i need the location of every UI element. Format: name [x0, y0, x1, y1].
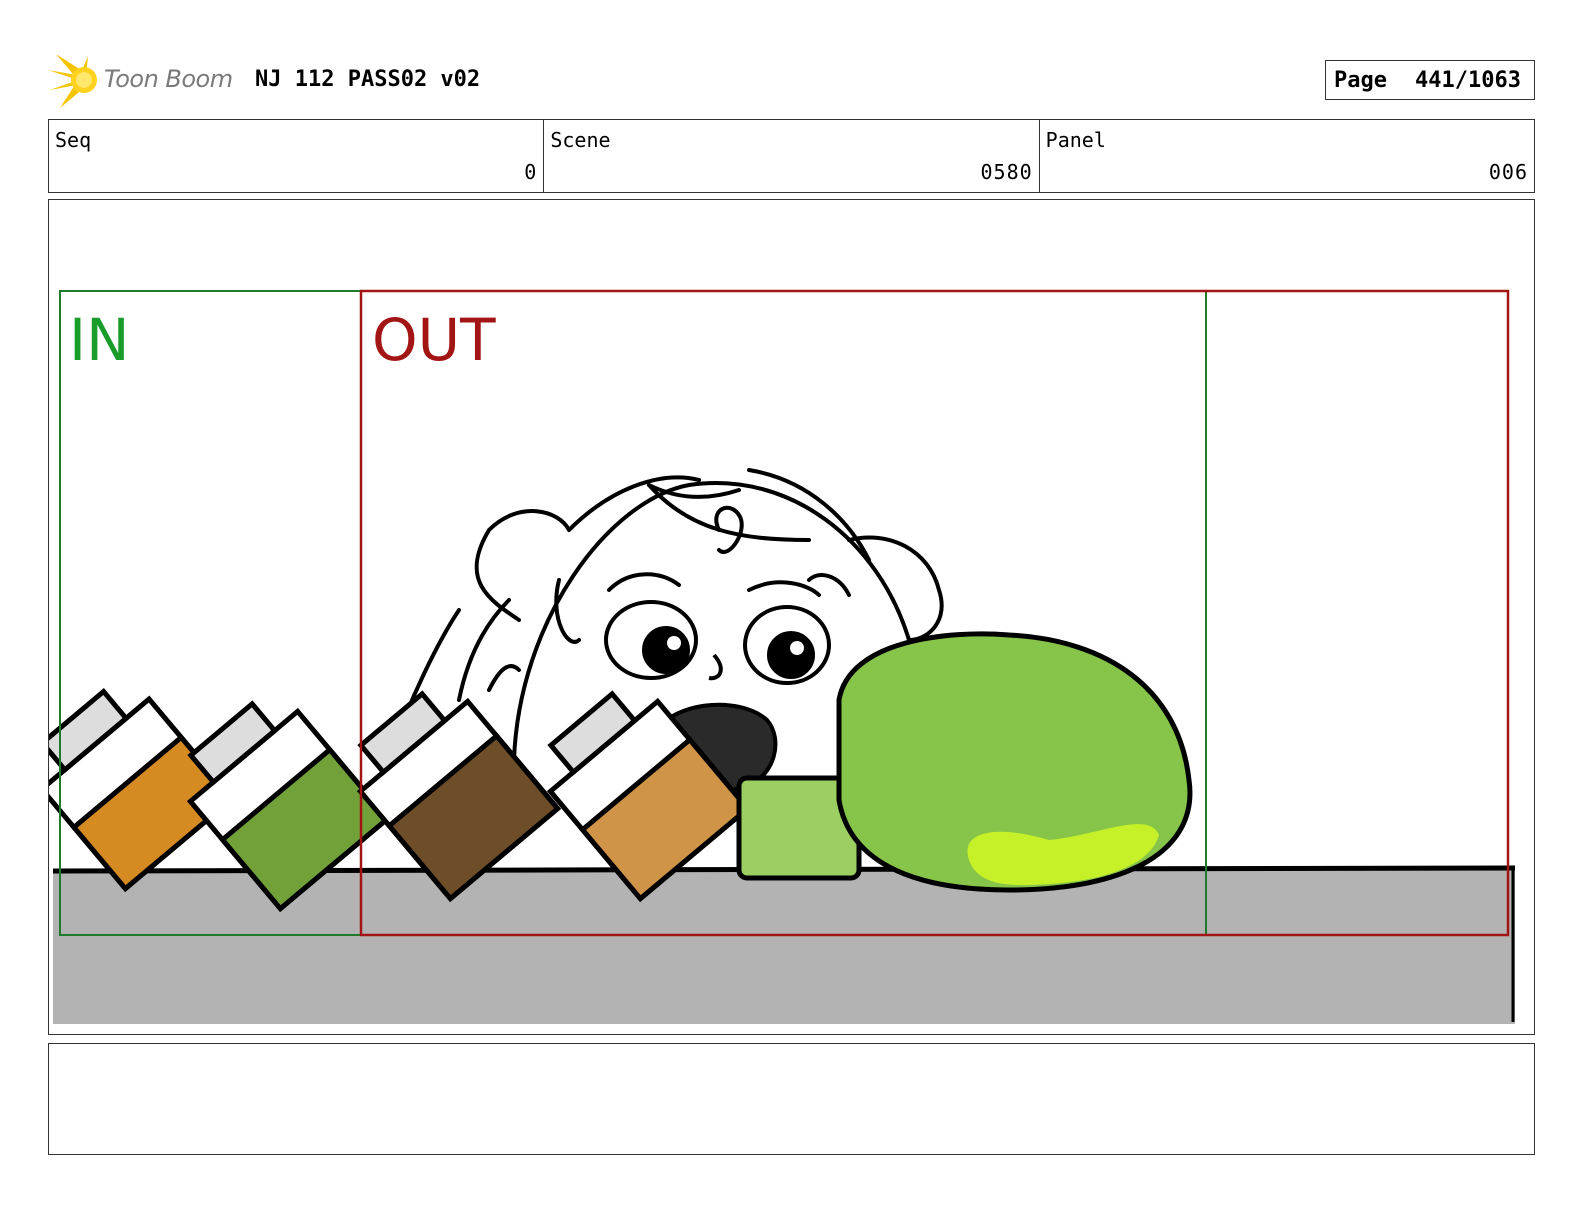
jar-orange-left — [49, 687, 237, 893]
panel-drawing: IN OUT — [49, 289, 1516, 1024]
logo-text: Toon Boom — [104, 65, 233, 93]
page-number: 441/1063 — [1414, 67, 1521, 93]
in-label: IN — [69, 306, 130, 374]
panel-notes — [48, 1043, 1535, 1155]
panel-label: Panel — [1045, 128, 1106, 152]
panel-cell: Panel 006 — [1040, 120, 1534, 192]
slime-blob — [836, 631, 1193, 893]
scene-value: 0580 — [980, 160, 1033, 184]
seq-label: Seq — [55, 128, 92, 152]
scene-info-row: Seq 0 Scene 0580 Panel 006 — [48, 119, 1535, 193]
scene-cell: Scene 0580 — [544, 120, 1040, 192]
seq-cell: Seq 0 — [49, 120, 545, 192]
panel-value: 006 — [1488, 160, 1528, 184]
storyboard-panel: IN OUT — [48, 199, 1535, 1035]
sunburst-icon — [48, 54, 97, 108]
scene-label: Scene — [550, 128, 611, 152]
out-label: OUT — [372, 306, 496, 374]
page-label: Page — [1334, 67, 1387, 93]
document-title: NJ 112 PASS02 v02 — [255, 67, 481, 92]
seq-value: 0 — [524, 160, 538, 184]
page-indicator: Page 441/1063 — [1325, 60, 1535, 100]
toon-boom-logo: Toon Boom — [48, 50, 238, 110]
